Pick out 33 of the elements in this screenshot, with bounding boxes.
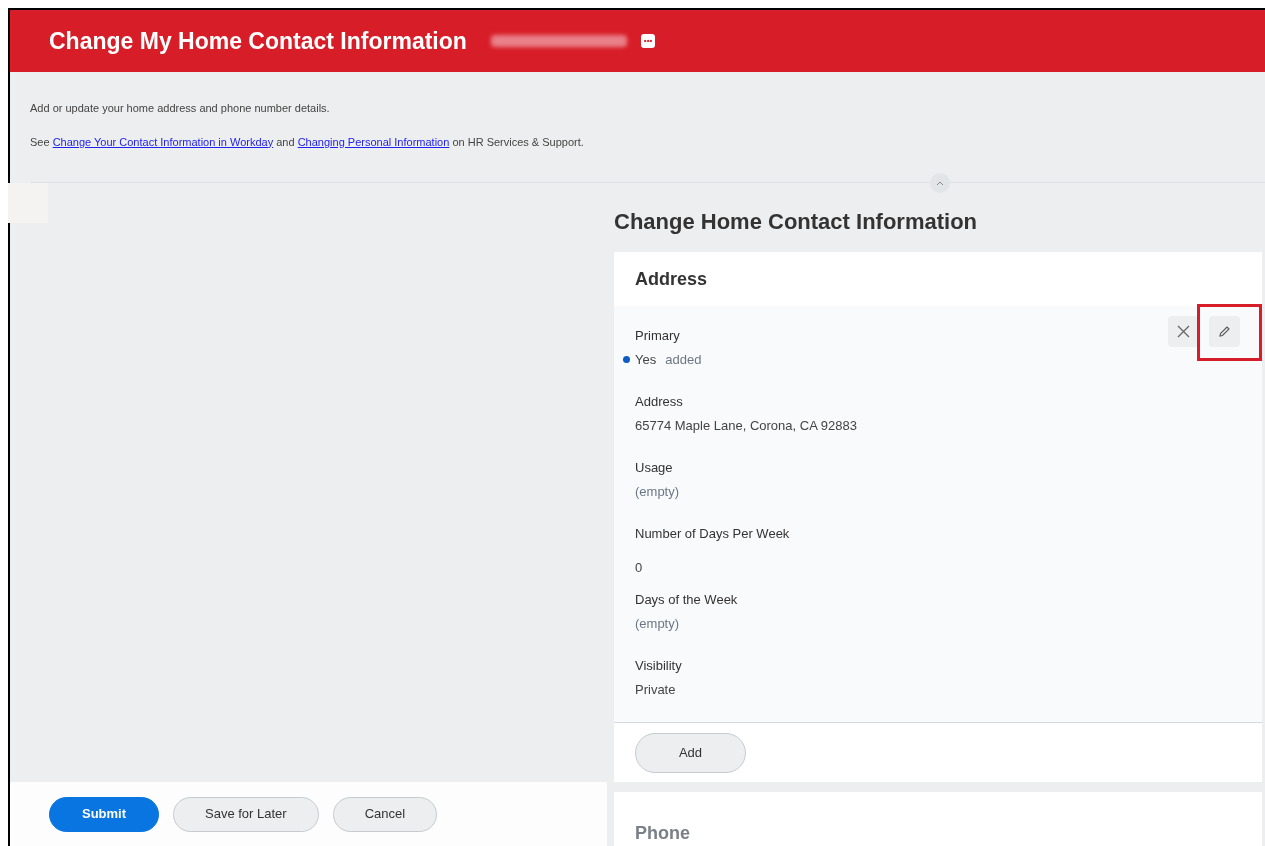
change-note: added [665, 350, 702, 369]
field-label: Address [635, 393, 683, 411]
contact-info-link[interactable]: Change Your Contact Information in Workday [52, 135, 274, 148]
field-label: Number of Days Per Week [635, 525, 790, 543]
more-button[interactable]: ••• [640, 34, 656, 48]
collapse-button[interactable] [930, 173, 950, 193]
field-label: Days of the Week [635, 591, 738, 609]
chevron-up-icon [936, 180, 944, 186]
field-value: 0 [635, 558, 644, 577]
close-icon [1177, 325, 1190, 338]
field-value: 65774 Maple Lane, Corona, CA 92883 [635, 416, 858, 435]
field-value: Yes [635, 350, 657, 369]
field-label: Usage [635, 459, 673, 477]
add-button[interactable]: Add [635, 732, 746, 773]
empty-value: (empty) [635, 482, 681, 501]
page-title: Change My Home Contact Information [49, 26, 467, 56]
field-label: Primary [635, 327, 680, 345]
footer-button[interactable]: Cancel [332, 796, 438, 832]
submit-button[interactable]: Submit [49, 796, 159, 832]
field-value: Private [635, 680, 677, 699]
remove-button[interactable] [1168, 316, 1199, 347]
field-label: Visibility [635, 657, 682, 675]
personal-info-link[interactable]: Changing Personal Information [297, 135, 450, 148]
edit-button[interactable] [1209, 316, 1240, 347]
links-sentence: See Change Your Contact Information in Workday and Changing Personal Information on HR Services & Support. [30, 134, 585, 150]
intro-text: Add or update your home address and phone number details. [30, 101, 331, 116]
section-title: Phone [635, 822, 691, 845]
empty-value: (empty) [635, 614, 681, 633]
highlight-frame [1197, 304, 1262, 361]
footer-button[interactable]: Save for Later [173, 796, 319, 832]
pencil-icon [1218, 325, 1231, 338]
section-title: Address [635, 267, 708, 291]
form-title: Change Home Contact Information [614, 208, 978, 236]
